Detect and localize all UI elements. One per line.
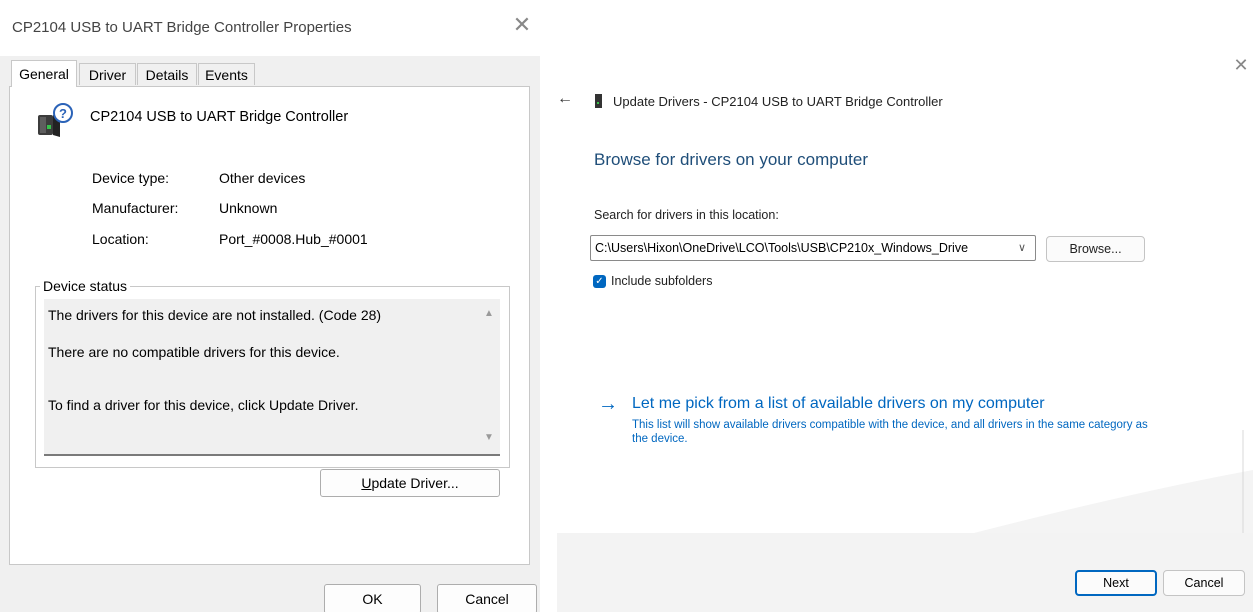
close-icon[interactable]: ✕ [511,14,533,36]
properties-titlebar: CP2104 USB to UART Bridge Controller Pro… [0,0,540,56]
path-input[interactable] [595,239,1011,257]
tab-driver[interactable]: Driver [79,63,136,85]
usb-device-unknown-icon: ? [38,103,73,137]
device-name: CP2104 USB to UART Bridge Controller [90,109,349,125]
manufacturer-value: Unknown [219,200,278,216]
update-driver-button[interactable]: Update Driver... [320,469,500,497]
wizard-close-icon[interactable]: ✕ [1231,55,1251,76]
device-type-value: Other devices [219,170,306,186]
device-type-label: Device type: [92,170,170,186]
pick-from-list-link[interactable]: Let me pick from a list of available dri… [632,395,1045,413]
include-subfolders-checkbox[interactable]: ✓ [593,275,606,288]
properties-dialog: CP2104 USB to UART Bridge Controller Pro… [0,0,540,612]
status-line: The drivers for this device are not inst… [48,307,382,323]
cancel-button[interactable]: Cancel [437,584,537,612]
status-line: To find a driver for this device, click … [48,397,359,413]
ok-button[interactable]: OK [324,584,421,612]
usb-device-icon [595,94,602,108]
pick-from-list-description: This list will show available drivers co… [632,419,1148,445]
back-arrow-icon[interactable]: ← [557,90,573,108]
svg-text:?: ? [59,106,67,121]
location-value: Port_#0008.Hub_#0001 [219,231,368,247]
wizard-cancel-button[interactable]: Cancel [1163,570,1245,596]
next-button[interactable]: Next [1075,570,1157,596]
include-subfolders-label[interactable]: Include subfolders [611,274,712,288]
status-line: There are no compatible drivers for this… [48,344,340,360]
location-label: Location: [92,231,149,247]
search-location-label: Search for drivers in this location: [594,208,779,222]
tab-general[interactable]: General [11,60,77,87]
update-drivers-wizard [557,56,1253,612]
device-status-legend: Device status [40,278,131,294]
device-status-textbox[interactable]: The drivers for this device are not inst… [44,299,500,456]
scroll-up-icon[interactable]: ▲ [483,309,495,319]
properties-title: CP2104 USB to UART Bridge Controller Pro… [12,19,352,36]
path-combobox[interactable]: ∨ [590,235,1036,261]
arrow-right-icon[interactable]: → [598,393,618,416]
tab-events[interactable]: Events [198,63,255,85]
manufacturer-label: Manufacturer: [92,200,179,216]
tab-details[interactable]: Details [137,63,197,85]
update-driver-label: pdate Driver... [371,475,459,491]
update-driver-accel: U [361,475,372,491]
chevron-down-icon[interactable]: ∨ [1014,240,1030,256]
wizard-title: Update Drivers - CP2104 USB to UART Brid… [613,94,943,109]
scroll-down-icon[interactable]: ▼ [483,433,495,443]
browse-button[interactable]: Browse... [1046,236,1145,262]
wizard-heading: Browse for drivers on your computer [594,150,868,169]
